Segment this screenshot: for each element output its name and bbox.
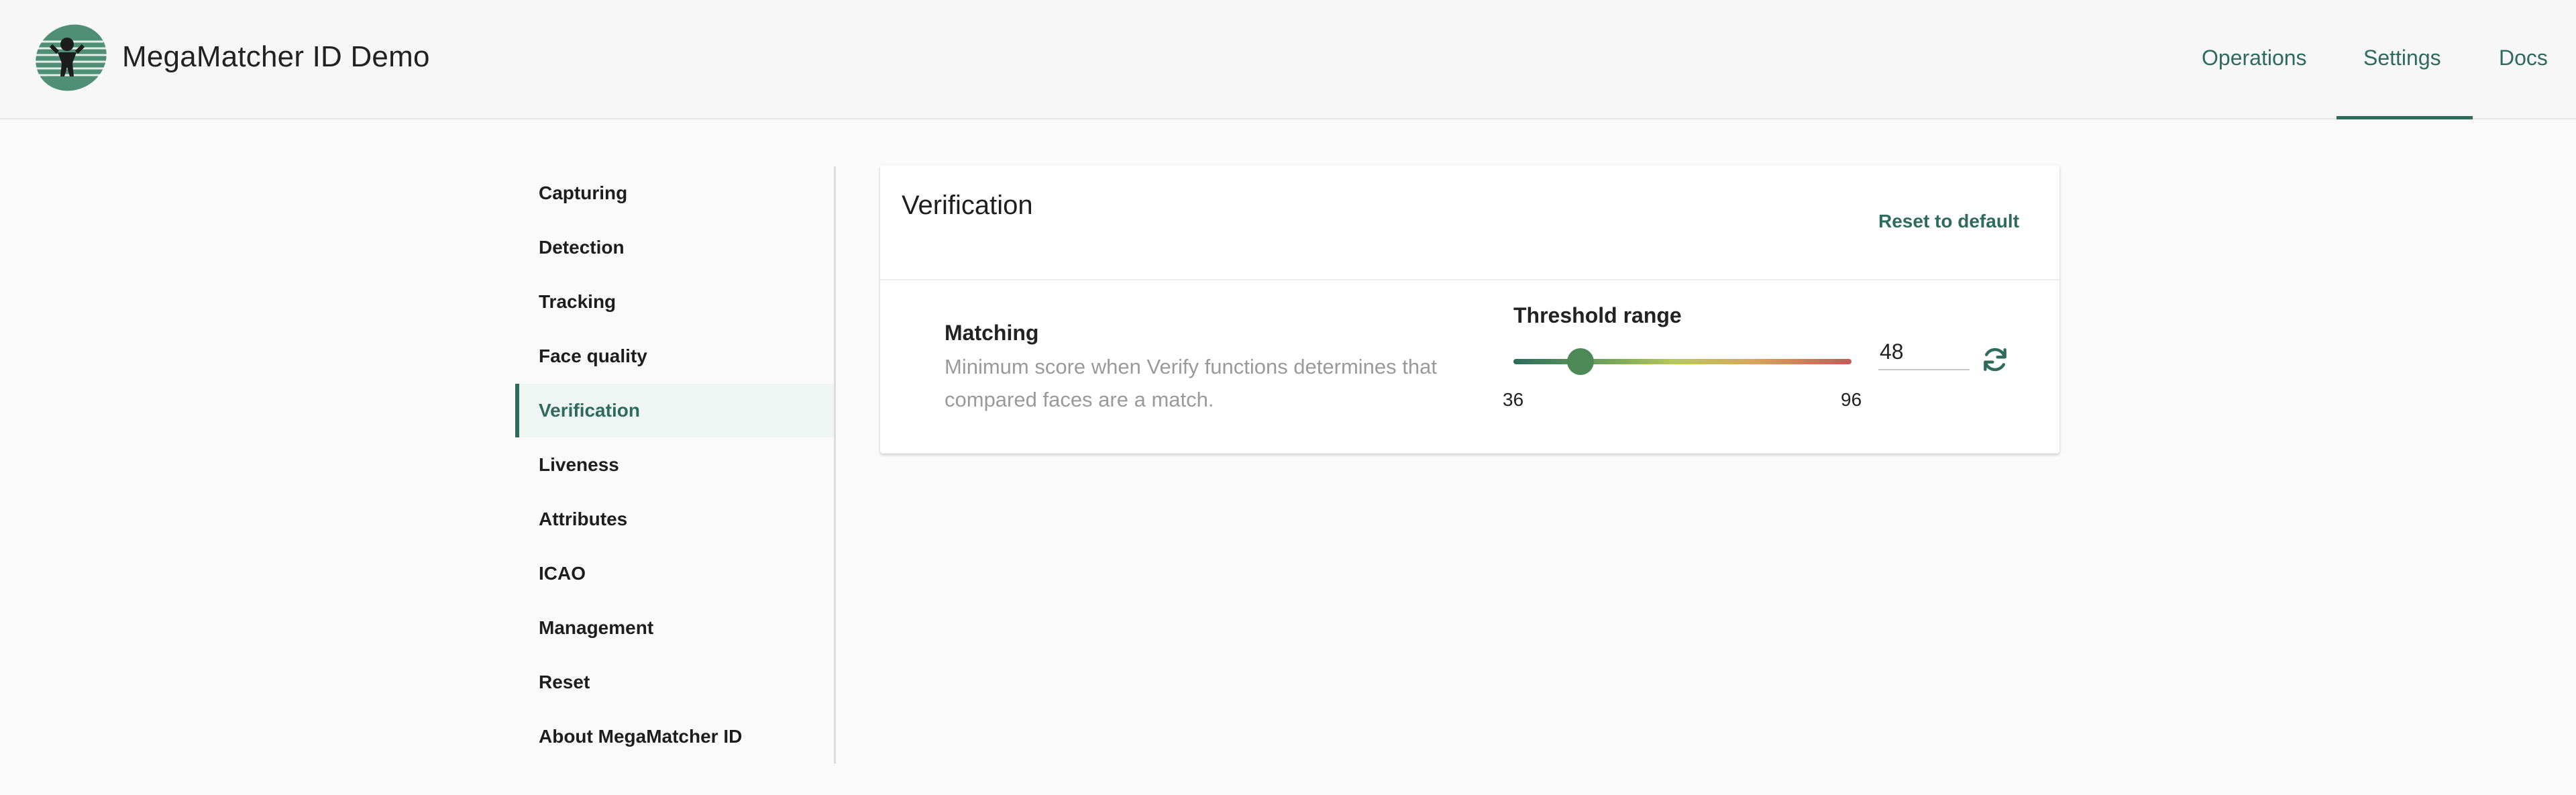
reset-to-default-button[interactable]: Reset to default <box>1878 211 2019 232</box>
threshold-slider-track[interactable] <box>1513 359 1851 364</box>
refresh-icon[interactable] <box>1980 345 2010 374</box>
threshold-value-input[interactable]: 48 <box>1878 339 1970 370</box>
setting-description: Minimum score when Verify functions dete… <box>945 355 1437 411</box>
sidebar-item-capturing[interactable]: Capturing <box>515 166 834 220</box>
active-nav-indicator <box>2337 116 2473 119</box>
card-title: Verification <box>902 191 1033 220</box>
nav-docs[interactable]: Docs <box>2499 46 2548 70</box>
slider-max-label: 96 <box>1841 389 1862 410</box>
top-header: MegaMatcher ID Demo Operations Settings … <box>0 0 2576 119</box>
threshold-slider-thumb[interactable] <box>1567 348 1594 375</box>
setting-name: Matching <box>945 321 1039 345</box>
sidebar-item-verification[interactable]: Verification <box>515 384 834 437</box>
sidebar-item-tracking[interactable]: Tracking <box>515 275 834 329</box>
sidebar-item-attributes[interactable]: Attributes <box>515 492 834 546</box>
app-title: MegaMatcher ID Demo <box>122 40 430 73</box>
settings-sidebar: Capturing Detection Tracking Face qualit… <box>515 166 836 763</box>
nav-settings[interactable]: Settings <box>2363 46 2441 70</box>
sidebar-item-liveness[interactable]: Liveness <box>515 438 834 492</box>
nav-operations[interactable]: Operations <box>2202 46 2307 70</box>
sidebar-item-detection[interactable]: Detection <box>515 221 834 274</box>
verification-card: Verification Reset to default Matching M… <box>880 165 2059 454</box>
slider-min-label: 36 <box>1503 389 1524 410</box>
sidebar-item-management[interactable]: Management <box>515 601 834 655</box>
sidebar-item-reset[interactable]: Reset <box>515 655 834 709</box>
sidebar-item-icao[interactable]: ICAO <box>515 547 834 600</box>
threshold-label: Threshold range <box>1513 303 1682 327</box>
sidebar-item-face-quality[interactable]: Face quality <box>515 329 834 383</box>
card-header: Verification Reset to default <box>880 165 2059 280</box>
sidebar-item-about[interactable]: About MegaMatcher ID <box>515 710 834 763</box>
app-logo-icon <box>35 24 107 91</box>
